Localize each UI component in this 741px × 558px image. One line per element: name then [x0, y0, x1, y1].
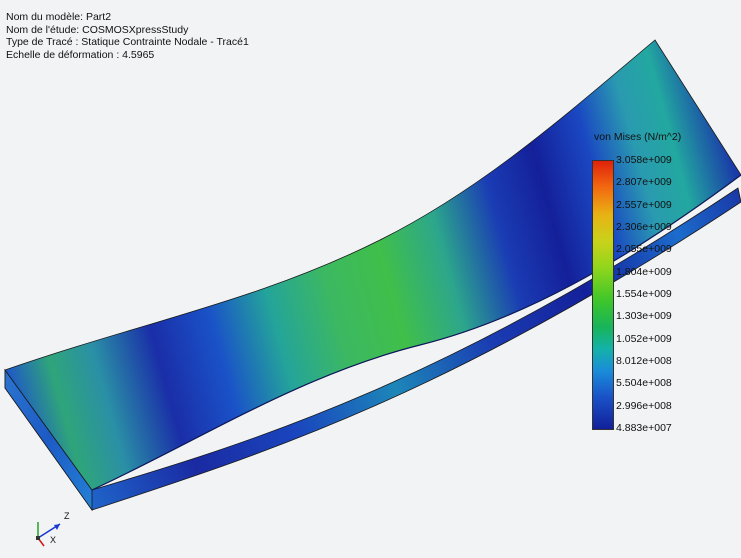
legend-tick: 2.557e+009: [616, 198, 672, 211]
legend-tick: 2.996e+008: [616, 399, 672, 412]
study-info: Nom du modèle: Part2 Nom de l'étude: COS…: [6, 11, 249, 61]
legend-tick: 1.554e+009: [616, 288, 672, 300]
model-viewport[interactable]: [0, 0, 741, 558]
legend-tick: 1.804e+009: [616, 265, 672, 278]
model-name: Nom du modèle: Part2: [6, 11, 112, 23]
legend-tick: 2.055e+009: [616, 243, 672, 256]
legend-tick: 4.883e+007: [616, 422, 672, 434]
plot-type: Type de Tracé : Statique Contrainte Noda…: [6, 36, 249, 49]
legend-tick: 2.306e+009: [616, 221, 672, 233]
legend-tick: 3.058e+009: [616, 154, 672, 166]
legend-tick: 5.504e+008: [616, 377, 672, 390]
legend-tick: 1.052e+009: [616, 332, 672, 345]
legend-tick: 2.807e+009: [616, 176, 672, 189]
triad-z-label: Z: [64, 511, 70, 521]
study-name: Nom de l'étude: COSMOSXpressStudy: [6, 23, 189, 36]
triad-x-label: X: [50, 535, 57, 545]
legend-color-bar: [592, 160, 614, 430]
legend-title: von Mises (N/m^2): [594, 131, 682, 143]
legend-tick: 8.012e+008: [616, 355, 672, 367]
axis-triad: Z X: [30, 508, 80, 548]
deformation-scale: Echelle de déformation : 4.5965: [6, 48, 155, 61]
legend-tick: 1.303e+009: [616, 310, 672, 323]
